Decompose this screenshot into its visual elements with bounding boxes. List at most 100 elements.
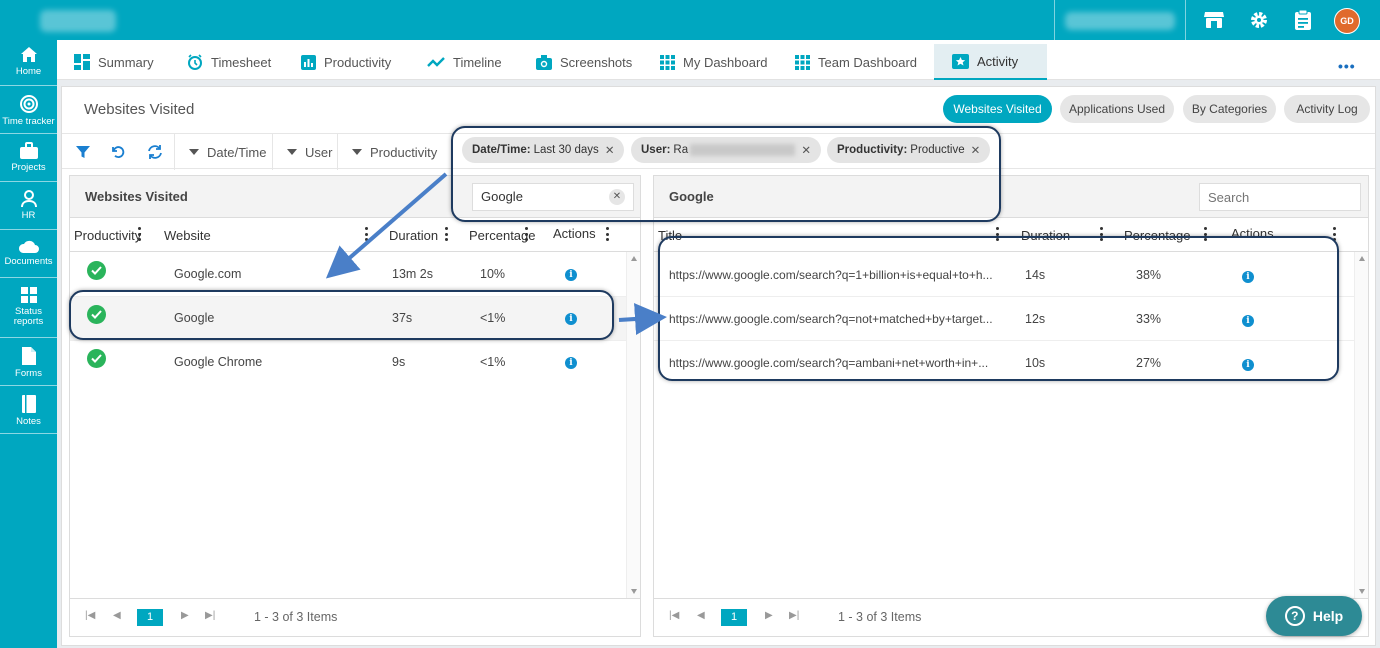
website-cell: Google.com — [174, 267, 242, 281]
first-page-icon[interactable]: |◀ — [669, 610, 679, 621]
notebook-icon — [21, 395, 36, 413]
app-logo[interactable] — [40, 10, 116, 32]
tab-timeline[interactable]: Timeline — [427, 44, 502, 80]
grid-icon — [660, 54, 675, 70]
tab-label: Timesheet — [211, 54, 272, 70]
last-page-icon[interactable]: ▶| — [205, 610, 215, 621]
datetime-dropdown[interactable]: Date/Time — [174, 134, 266, 170]
pager: |◀ ◀ 1 ▶ ▶| 1 - 3 of 3 Items — [70, 598, 640, 636]
avatar[interactable]: GD — [1334, 8, 1360, 34]
sidebar-item-projects[interactable]: Projects — [0, 136, 57, 182]
scroll-up-icon[interactable] — [1359, 256, 1365, 261]
filter-icon[interactable] — [73, 142, 93, 162]
sidebar-item-label: Documents — [4, 256, 53, 267]
grid-icon — [20, 287, 37, 303]
scrollbar[interactable] — [1354, 252, 1368, 598]
cloud-icon — [18, 240, 39, 253]
sidebar: Home Time tracker Projects HR Documents … — [0, 40, 57, 648]
tab-label: My Dashboard — [683, 54, 768, 70]
pager-info: 1 - 3 of 3 Items — [838, 610, 922, 624]
tab-team-dashboard[interactable]: Team Dashboard — [795, 44, 917, 80]
sidebar-item-status-reports[interactable]: Status reports — [0, 280, 57, 338]
last-page-icon[interactable]: ▶| — [789, 610, 799, 621]
column-productivity[interactable]: Productivity — [74, 228, 141, 243]
sidebar-item-home[interactable]: Home — [0, 40, 57, 86]
column-menu-icon[interactable] — [138, 227, 141, 241]
scroll-down-icon[interactable] — [1359, 589, 1365, 594]
gear-icon[interactable] — [1247, 8, 1271, 32]
refresh-icon[interactable] — [145, 142, 165, 162]
tab-label: Summary — [98, 54, 154, 70]
grid-icon — [795, 54, 810, 70]
highlight-titles — [658, 236, 1339, 381]
tab-screenshots[interactable]: Screenshots — [536, 44, 632, 80]
view-websites-visited-button[interactable]: Websites Visited — [943, 95, 1052, 123]
prev-page-icon[interactable]: ◀ — [113, 610, 121, 621]
clock-icon — [188, 54, 202, 70]
file-icon — [21, 347, 36, 365]
page-number-button[interactable]: 1 — [137, 609, 163, 626]
undo-icon[interactable] — [108, 142, 128, 162]
website-cell: Google Chrome — [174, 355, 263, 369]
more-options-icon[interactable]: ••• — [1338, 58, 1356, 74]
column-menu-icon[interactable] — [445, 227, 448, 241]
view-by-categories-button[interactable]: By Categories — [1183, 95, 1276, 123]
next-page-icon[interactable]: ▶ — [181, 610, 189, 621]
info-icon[interactable]: i — [565, 357, 577, 369]
caret-down-icon — [287, 149, 297, 155]
page-title: Websites Visited — [84, 101, 195, 118]
column-actions[interactable]: Actions — [553, 226, 596, 241]
scrollbar[interactable] — [626, 252, 640, 598]
help-button[interactable]: ? Help — [1266, 596, 1362, 636]
camera-icon — [536, 54, 552, 70]
user-dropdown[interactable]: User — [272, 134, 332, 170]
tab-productivity[interactable]: Productivity — [301, 44, 391, 80]
first-page-icon[interactable]: |◀ — [85, 610, 95, 621]
store-icon[interactable] — [1202, 8, 1226, 32]
tab-label: Activity — [977, 53, 1019, 69]
dropdown-label: Date/Time — [207, 144, 267, 160]
next-page-icon[interactable]: ▶ — [765, 610, 773, 621]
user-menu[interactable] — [1054, 0, 1186, 40]
sidebar-item-time-tracker[interactable]: Time tracker — [0, 88, 57, 134]
productive-check-icon — [87, 349, 106, 368]
column-website[interactable]: Website — [164, 228, 211, 243]
view-applications-used-button[interactable]: Applications Used — [1060, 95, 1174, 123]
sidebar-item-forms[interactable]: Forms — [0, 340, 57, 386]
view-activity-log-button[interactable]: Activity Log — [1284, 95, 1370, 123]
user-name — [1065, 12, 1175, 30]
tab-summary[interactable]: Summary — [74, 44, 154, 80]
tab-bar: Summary Timesheet Productivity Timeline … — [57, 40, 1380, 80]
productivity-dropdown[interactable]: Productivity — [337, 134, 437, 170]
person-icon — [20, 190, 37, 208]
time-tracker-icon — [19, 95, 38, 113]
grid-title: Websites Visited — [85, 189, 188, 204]
sidebar-item-label: Status reports — [13, 306, 44, 327]
tab-timesheet[interactable]: Timesheet — [187, 44, 271, 80]
sidebar-item-label: Home — [15, 66, 42, 77]
info-icon[interactable]: i — [565, 269, 577, 281]
page-number-button[interactable]: 1 — [721, 609, 747, 626]
dropdown-label: Productivity — [370, 144, 438, 160]
sidebar-item-notes[interactable]: Notes — [0, 388, 57, 434]
sidebar-item-documents[interactable]: Documents — [0, 232, 57, 278]
sidebar-item-hr[interactable]: HR — [0, 184, 57, 230]
highlight-selected-row — [69, 290, 614, 340]
pager: |◀ ◀ 1 ▶ ▶| 1 - 3 of 3 Items — [654, 598, 1368, 636]
scroll-up-icon[interactable] — [631, 256, 637, 261]
column-menu-icon[interactable] — [606, 227, 609, 241]
tab-my-dashboard[interactable]: My Dashboard — [660, 44, 768, 80]
table-row[interactable]: Google Chrome 9s <1% i — [70, 341, 640, 385]
caret-down-icon — [352, 149, 362, 155]
title-search-input[interactable] — [1199, 183, 1361, 211]
percentage-cell: <1% — [480, 355, 506, 369]
prev-page-icon[interactable]: ◀ — [697, 610, 705, 621]
column-menu-icon[interactable] — [365, 227, 368, 241]
tab-activity[interactable]: Activity — [934, 44, 1047, 80]
column-duration[interactable]: Duration — [389, 228, 438, 243]
duration-cell: 9s — [392, 355, 406, 369]
tab-label: Productivity — [324, 54, 392, 70]
column-menu-icon[interactable] — [525, 227, 528, 241]
clipboard-icon[interactable] — [1291, 8, 1315, 32]
scroll-down-icon[interactable] — [631, 589, 637, 594]
